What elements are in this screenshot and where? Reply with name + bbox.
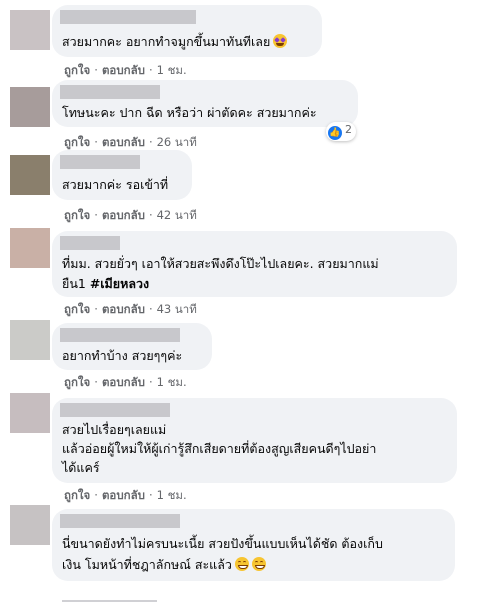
separator: ·	[94, 488, 98, 502]
comment-time[interactable]: 43 นาที	[157, 302, 197, 316]
comment-text: สวยมากค่ะ รอเข้าที่	[62, 177, 169, 192]
avatar[interactable]	[10, 393, 50, 433]
avatar[interactable]	[10, 10, 50, 50]
separator: ·	[148, 135, 153, 149]
commenter-name[interactable]	[60, 328, 180, 342]
comment-text: สวยมากคะ อยากทำจมูกขึ้นมาทันทีเลย	[62, 34, 271, 49]
avatar[interactable]	[10, 155, 50, 195]
commenter-name[interactable]	[60, 85, 160, 99]
comment-bubble: นี่ขนาดยังทำไม่ครบนะเนี้ย สวยปังขึ้นแบบเ…	[52, 509, 455, 581]
reply-link[interactable]: ตอบกลับ	[102, 63, 145, 77]
comment-text: ยืน1	[62, 276, 86, 291]
separator: ·	[148, 63, 153, 77]
reply-link[interactable]: ตอบกลับ	[102, 375, 145, 389]
like-link[interactable]: ถูกใจ	[64, 208, 90, 222]
comment-time[interactable]: 1 ชม.	[157, 63, 187, 77]
comment-actions: ถูกใจ · ตอบกลับ · 1 ชม.	[64, 487, 187, 505]
comment-text: แล้วอ่อยผู้ใหม่ให้ผู้เก่ารู้สึกเสียดายที…	[62, 441, 377, 456]
separator: ·	[148, 488, 153, 502]
comment-bubble: สวยมากค่ะ รอเข้าที่	[52, 150, 192, 200]
like-link[interactable]: ถูกใจ	[64, 302, 90, 316]
comment-time[interactable]: 42 นาที	[157, 208, 197, 222]
comment-text: สวยไปเรื่อยๆเลยแม่	[62, 422, 167, 437]
star-struck-emoji	[273, 34, 288, 48]
comment-bubble: โทษนะคะ ปาก ฉีด หรือว่า ผ่าตัดคะ สวยมากค…	[52, 80, 358, 127]
reaction-count[interactable]: 👍 2	[326, 122, 356, 141]
comment-text: โทษนะคะ ปาก ฉีด หรือว่า ผ่าตัดคะ สวยมากค…	[62, 105, 317, 120]
grinning-emoji	[251, 557, 266, 571]
avatar[interactable]	[10, 505, 50, 545]
separator: ·	[94, 375, 98, 389]
comment-text: อยากทำบ้าง สวยๆๆค่ะ	[62, 348, 183, 363]
comment-time[interactable]: 26 นาที	[157, 135, 197, 149]
separator: ·	[94, 135, 98, 149]
commenter-name[interactable]	[60, 514, 180, 528]
comment-text: เงิน โมหน้าที่ชฎาลักษณ์ สะแล้ว	[62, 557, 232, 572]
reply-link[interactable]: ตอบกลับ	[102, 208, 145, 222]
comment-bubble: อยากทำบ้าง สวยๆๆค่ะ	[52, 323, 212, 370]
comment-time[interactable]: 1 ชม.	[157, 375, 187, 389]
like-link[interactable]: ถูกใจ	[64, 488, 90, 502]
comment-actions: ถูกใจ · ตอบกลับ · 1 ชม.	[64, 374, 187, 392]
comment-text: ได้แคร์	[62, 460, 100, 475]
separator: ·	[148, 302, 153, 316]
commenter-name[interactable]	[60, 236, 120, 250]
commenter-name[interactable]	[60, 10, 196, 24]
comment-bubble: สวยไปเรื่อยๆเลยแม่ แล้วอ่อยผู้ใหม่ให้ผู้…	[52, 398, 457, 483]
comment-text: ที่มม. สวยยั่วๆ เอาให้สวยสะพึงดึงโป๊ะไปเ…	[62, 256, 379, 271]
comment-actions: ถูกใจ · ตอบกลับ · 1 ชม.	[64, 62, 187, 80]
grinning-emoji	[234, 557, 249, 571]
avatar[interactable]	[10, 228, 50, 268]
comment-text: นี่ขนาดยังทำไม่ครบนะเนี้ย สวยปังขึ้นแบบเ…	[62, 536, 383, 551]
reply-link[interactable]: ตอบกลับ	[102, 302, 145, 316]
reply-link[interactable]: ตอบกลับ	[102, 488, 145, 502]
like-link[interactable]: ถูกใจ	[64, 135, 90, 149]
separator: ·	[148, 208, 153, 222]
like-link[interactable]: ถูกใจ	[64, 63, 90, 77]
reply-link[interactable]: ตอบกลับ	[102, 135, 145, 149]
commenter-name[interactable]	[60, 155, 140, 169]
separator: ·	[94, 302, 98, 316]
avatar[interactable]	[10, 87, 50, 127]
comment-actions: ถูกใจ · ตอบกลับ · 43 นาที	[64, 301, 197, 319]
thumbs-up-icon: 👍	[328, 126, 342, 140]
comment-bubble: สวยมากคะ อยากทำจมูกขึ้นมาทันทีเลย	[52, 5, 322, 57]
comment-actions: ถูกใจ · ตอบกลับ · 42 นาที	[64, 207, 197, 225]
separator: ·	[94, 208, 98, 222]
separator: ·	[94, 63, 98, 77]
separator: ·	[148, 375, 153, 389]
commenter-name[interactable]	[60, 403, 170, 417]
like-link[interactable]: ถูกใจ	[64, 375, 90, 389]
comment-time[interactable]: 1 ชม.	[157, 488, 187, 502]
comment-bubble: ที่มม. สวยยั่วๆ เอาให้สวยสะพึงดึงโป๊ะไปเ…	[52, 231, 457, 297]
avatar[interactable]	[10, 320, 50, 360]
hashtag-link[interactable]: #เมียหลวง	[90, 276, 149, 291]
